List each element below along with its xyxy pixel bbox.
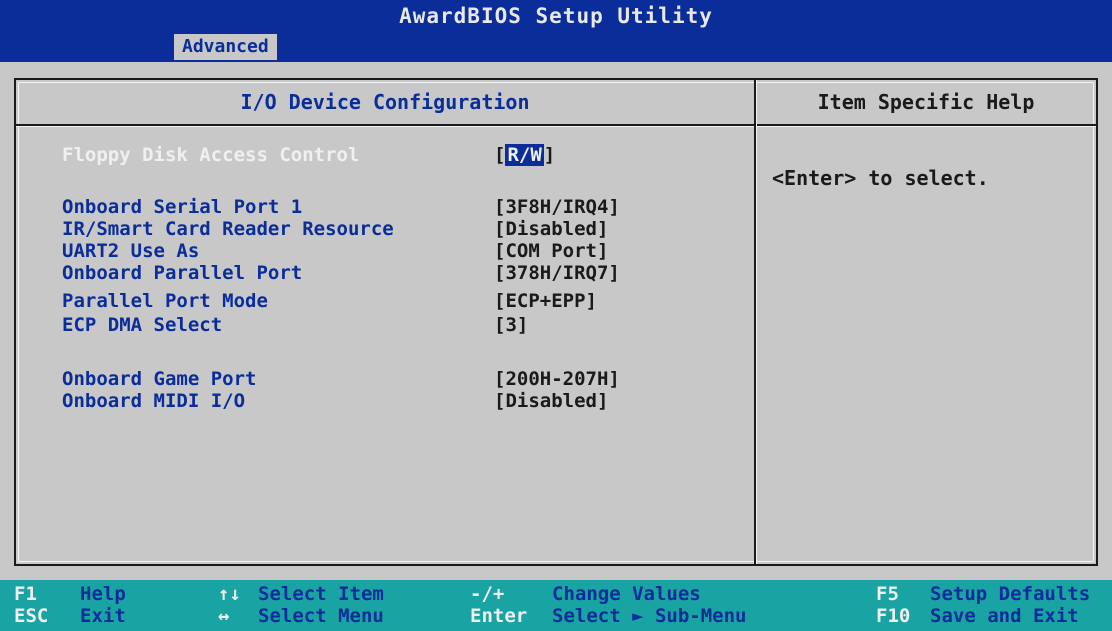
key-leftright-select-menu[interactable]: ↔	[218, 606, 229, 627]
setting-onboard-serial-port-1[interactable]: Onboard Serial Port 1 [3F8H/IRQ4]	[62, 196, 742, 218]
setting-value[interactable]: [3]	[494, 314, 528, 336]
setting-label: Onboard Game Port	[62, 368, 257, 390]
key-code: F1	[14, 583, 37, 605]
setting-label: ECP DMA Select	[62, 314, 223, 336]
key-code: Enter	[470, 605, 528, 627]
help-text: <Enter> to select.	[772, 166, 989, 190]
key-updown-select-item[interactable]: ↑↓	[218, 584, 241, 605]
key-f10-desc: Save and Exit	[930, 606, 1079, 627]
key-code: ↔	[218, 605, 230, 627]
bracket-close: ]	[543, 144, 556, 166]
setting-uart2-use-as[interactable]: UART2 Use As [COM Port]	[62, 240, 742, 262]
key-esc-exit[interactable]: ESC	[14, 606, 48, 627]
key-desc: Help	[80, 583, 126, 605]
key-f5-setup-defaults[interactable]: F5	[876, 584, 899, 605]
setting-onboard-parallel-port[interactable]: Onboard Parallel Port [378H/IRQ7]	[62, 262, 742, 284]
setting-value[interactable]: [200H-207H]	[494, 368, 620, 390]
key-code: ESC	[14, 605, 49, 627]
setting-ir-smart-card-reader-resource[interactable]: IR/Smart Card Reader Resource [Disabled]	[62, 218, 742, 240]
setting-value[interactable]: [COM Port]	[494, 240, 608, 262]
setting-label: UART2 Use As	[62, 240, 200, 262]
tab-advanced[interactable]: Advanced	[174, 34, 277, 60]
key-code: ↑↓	[218, 583, 241, 605]
column-divider-highlight	[756, 80, 757, 564]
bracket-open: [	[494, 144, 506, 166]
key-desc: Change Values	[552, 583, 701, 605]
setting-value[interactable]: [378H/IRQ7]	[494, 262, 620, 284]
key-f1-help[interactable]: F1	[14, 584, 37, 605]
key-enter-select-submenu[interactable]: Enter	[470, 606, 527, 627]
selected-value[interactable]: R/W	[505, 144, 544, 166]
key-code: F10	[876, 605, 911, 627]
key-desc: Select Menu	[258, 605, 384, 627]
key-updown-desc: Select Item	[258, 584, 384, 605]
setting-label: IR/Smart Card Reader Resource	[62, 218, 394, 240]
setting-value[interactable]: [Disabled]	[494, 218, 608, 240]
key-f10-save-and-exit[interactable]: F10	[876, 606, 910, 627]
app-title: AwardBIOS Setup Utility	[0, 0, 1112, 32]
setting-value[interactable]: [Disabled]	[494, 390, 608, 412]
setting-value[interactable]: [3F8H/IRQ4]	[494, 196, 620, 218]
key-code: -/+	[470, 583, 505, 605]
key-enter-desc: Select ► Sub-Menu	[552, 606, 746, 627]
setting-floppy-disk-access-control[interactable]: Floppy Disk Access Control [R/W]	[62, 144, 742, 166]
setting-value[interactable]: [ECP+EPP]	[494, 290, 597, 312]
key-desc: Select Item	[258, 583, 384, 605]
key-plusminus-desc: Change Values	[552, 584, 701, 605]
setting-parallel-port-mode[interactable]: Parallel Port Mode [ECP+EPP]	[62, 290, 742, 312]
setting-label: Floppy Disk Access Control	[62, 144, 360, 166]
header-divider-highlight	[16, 126, 1096, 127]
setting-label: Onboard Serial Port 1	[62, 196, 303, 218]
setting-onboard-midi-io[interactable]: Onboard MIDI I/O [Disabled]	[62, 390, 742, 412]
setting-label: Onboard Parallel Port	[62, 262, 303, 284]
key-f1-desc: Help	[80, 584, 126, 605]
setting-label: Parallel Port Mode	[62, 290, 268, 312]
setting-value[interactable]: [R/W]	[494, 144, 555, 166]
setting-label: Onboard MIDI I/O	[62, 390, 246, 412]
key-leftright-desc: Select Menu	[258, 606, 384, 627]
bios-screen: AwardBIOS Setup Utility Advanced I/O Dev…	[0, 0, 1112, 631]
key-f5-desc: Setup Defaults	[930, 584, 1090, 605]
key-code: F5	[876, 583, 899, 605]
section-title: I/O Device Configuration	[240, 90, 530, 114]
key-esc-desc: Exit	[80, 606, 126, 627]
setting-onboard-game-port[interactable]: Onboard Game Port [200H-207H]	[62, 368, 742, 390]
key-help-bar: F1 Help ESC Exit ↑↓ Select Item ↔ Select…	[0, 580, 1112, 631]
key-desc: Exit	[80, 605, 126, 627]
key-desc: Save and Exit	[930, 605, 1079, 627]
setting-ecp-dma-select[interactable]: ECP DMA Select [3]	[62, 314, 742, 336]
help-title: Item Specific Help	[817, 90, 1035, 114]
key-desc: Select ► Sub-Menu	[552, 605, 747, 627]
key-desc: Setup Defaults	[930, 583, 1091, 605]
menu-bar: Advanced	[0, 32, 1112, 62]
key-plusminus-change-values[interactable]: -/+	[470, 584, 504, 605]
